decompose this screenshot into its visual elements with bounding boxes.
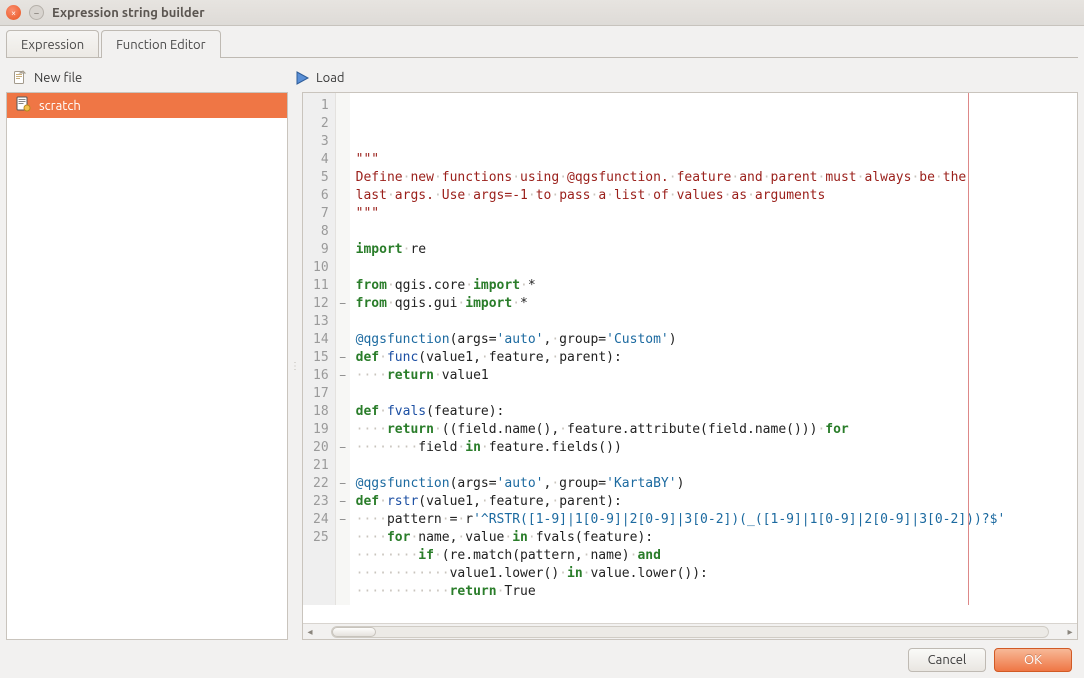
tab-bar: Expression Function Editor — [6, 30, 1078, 58]
dialog-footer: Cancel OK — [6, 640, 1078, 672]
scroll-left-arrow-icon[interactable]: ◂ — [303, 626, 317, 638]
window-minimize-icon[interactable]: – — [29, 5, 44, 20]
ok-button[interactable]: OK — [994, 648, 1072, 672]
python-file-icon — [15, 96, 31, 115]
main-split: scratch ⋮ 123456789101112131415161718192… — [6, 92, 1078, 640]
tab-expression[interactable]: Expression — [6, 30, 99, 58]
new-file-button[interactable]: New file — [34, 71, 82, 85]
file-list[interactable]: scratch — [6, 92, 288, 640]
code-editor[interactable]: 1234567891011121314151617181920212223242… — [302, 92, 1078, 640]
cancel-button[interactable]: Cancel — [908, 648, 986, 672]
file-list-item-label: scratch — [39, 99, 81, 113]
line-number-gutter: 1234567891011121314151617181920212223242… — [303, 93, 336, 605]
scrollbar-track[interactable] — [331, 626, 1049, 638]
load-play-icon — [294, 70, 310, 86]
scroll-right-arrow-icon[interactable]: ▸ — [1063, 626, 1077, 638]
editor-horizontal-scrollbar[interactable]: ◂ ▸ — [303, 623, 1077, 639]
tab-function-editor[interactable]: Function Editor — [101, 30, 220, 58]
titlebar: × – Expression string builder — [0, 0, 1084, 26]
code-text[interactable]: """Define·new·functions·using·@qgsfuncti… — [350, 93, 1077, 605]
dialog-content: Expression Function Editor New file Load… — [0, 26, 1084, 678]
toolbar: New file Load — [6, 64, 1078, 92]
window-close-icon[interactable]: × — [6, 5, 21, 20]
fold-gutter[interactable]: −−−−−−− — [336, 93, 350, 605]
new-file-icon — [12, 70, 28, 86]
load-button[interactable]: Load — [316, 71, 345, 85]
scrollbar-thumb[interactable] — [332, 627, 376, 637]
file-list-item[interactable]: scratch — [7, 93, 287, 118]
splitter-handle[interactable]: ⋮ — [292, 92, 298, 640]
window-title: Expression string builder — [52, 6, 205, 20]
